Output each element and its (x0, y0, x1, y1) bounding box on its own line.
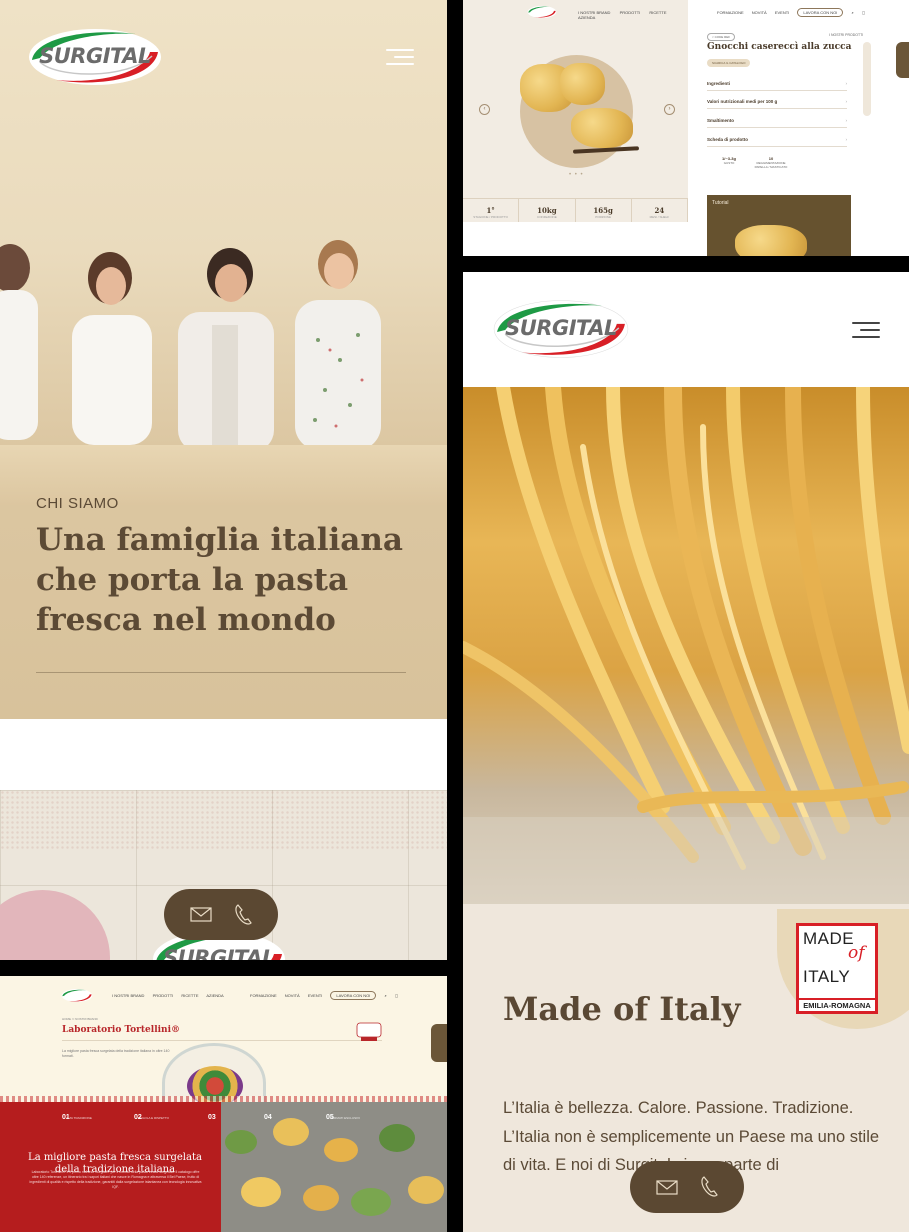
surgital-logo[interactable] (61, 988, 93, 1003)
accordion-datasheet[interactable]: Scheda di prodotto › (707, 137, 847, 147)
step-item[interactable]: 02 REGOLA E RISPETTO (134, 1114, 169, 1121)
page-subtitle: La migliore pasta fresca surgelata della… (62, 1049, 170, 1058)
mail-icon[interactable] (190, 907, 212, 922)
nav-item[interactable]: FORMAZIONE (250, 993, 277, 998)
search-icon[interactable]: ⌕ (384, 993, 386, 998)
info-mini: 10 REGGIMENTAZIONE PAPELLA / MASTICATO (754, 156, 788, 169)
accordion-ingredients[interactable]: Ingredienti › (707, 81, 847, 91)
chi-siamo-mobile-screen: SURGITAL CHI SIAMO Una famiglia italiana… (0, 0, 447, 960)
chevron-right-icon: › (845, 118, 848, 123)
back-chip[interactable]: < CODE REF (707, 33, 736, 41)
nav-item[interactable]: AZIENDA (206, 993, 223, 998)
share-toolbar[interactable] (863, 42, 871, 116)
nav-item[interactable]: I NOSTRI BRAND (112, 993, 144, 998)
page-headline: Una famiglia italiana che porta la pasta… (36, 522, 404, 638)
info-mini: 1/~3-3g GUSTO (722, 156, 736, 165)
nav-item[interactable]: PRODOTTI (620, 10, 641, 15)
product-gallery: I NOSTRI BRAND PRODOTTI RICETTE AZIENDA … (463, 0, 688, 222)
hamburger-menu-icon[interactable] (852, 322, 880, 338)
stat-item: 24 MESI / SHELF (632, 199, 688, 222)
nav-item[interactable]: RICETTE (649, 10, 666, 15)
divider (36, 672, 406, 673)
side-tab[interactable] (896, 42, 909, 78)
logo-swoosh-icon (61, 989, 93, 1002)
gnocco-image (560, 63, 605, 105)
chevron-right-icon: › (845, 81, 848, 86)
carousel-prev-icon[interactable]: ‹ (479, 104, 490, 115)
breadcrumb[interactable]: HOME / I NOSTRI BRAND (62, 1017, 98, 1021)
logo-swoosh-icon (527, 5, 557, 19)
intro-body: Laboratorio Tortellini® è il primo march… (29, 1170, 202, 1189)
section-title: Made of Italy (503, 990, 741, 1028)
chevron-right-icon: › (845, 137, 848, 142)
tutorial-label: Tutorial (712, 200, 729, 206)
tutorial-video[interactable]: Tutorial (707, 195, 851, 256)
contact-pill (630, 1161, 744, 1213)
stat-item: 165g PORZIONE (576, 199, 632, 222)
main-nav: I NOSTRI BRAND PRODOTTI RICETTE AZIENDA (578, 10, 688, 20)
carousel-next-icon[interactable]: › (664, 104, 675, 115)
step-item[interactable]: 03 (208, 1114, 216, 1121)
nav-item[interactable]: PRODOTTI (153, 993, 174, 998)
tagliatelle-image (463, 387, 909, 904)
step-item[interactable]: 05 FORMATI ESCLUSIVI (326, 1114, 360, 1121)
laboratorio-badge-icon (356, 1022, 382, 1041)
logo-wordmark: SURGITAL (505, 316, 617, 340)
nav-item[interactable]: NOVITÀ (752, 10, 767, 15)
side-tab[interactable] (431, 1024, 447, 1062)
cart-icon[interactable]: ◻ (862, 10, 865, 15)
step-item[interactable]: 01 ALTA TRADIZIONE (62, 1114, 92, 1121)
gnocco-image (735, 225, 807, 256)
phone-icon[interactable] (234, 903, 252, 926)
product-details: FORMAZIONE NOVITÀ EVENTI LAVORA CON NOI … (701, 0, 909, 256)
made-of-italy-mobile-screen: SURGITAL MADE of ITALY EMILIA-ROMAGNA Ma… (463, 272, 909, 1232)
nav-item[interactable]: FORMAZIONE (717, 10, 744, 15)
product-title: Gnocchi casereccì alla zucca (707, 42, 852, 52)
logo-wordmark: SURGITAL (163, 946, 275, 960)
logo-wordmark: SURGITAL (39, 44, 151, 68)
contact-pill (164, 889, 278, 940)
pasta-photo (463, 387, 909, 904)
nav-item[interactable]: RICETTE (181, 993, 198, 998)
hero-photo: SURGITAL CHI SIAMO Una famiglia italiana… (0, 0, 447, 719)
step-item[interactable]: 04 (264, 1114, 272, 1121)
main-nav: I NOSTRI BRAND PRODOTTI RICETTE AZIENDA (112, 993, 231, 998)
page-title: Laboratorio Tortellini® (62, 1025, 180, 1035)
download-catalog-button[interactable]: SCARICA IL CATALOGO (707, 59, 751, 67)
accordion-nutrition[interactable]: Valori nutrizionali medi per 100 g › (707, 99, 847, 109)
work-with-us-button[interactable]: LAVORA CON NOI (797, 8, 844, 17)
pasta-photo (221, 1102, 447, 1232)
hamburger-menu-icon[interactable] (386, 49, 414, 65)
nav-item[interactable]: EVENTI (308, 993, 322, 998)
work-with-us-button[interactable]: LAVORA CON NOI (330, 991, 377, 1000)
stat-item: 1° STAGIONE / PRODOTTO (463, 199, 520, 222)
product-stats: 1° STAGIONE / PRODOTTO 10kg CONFEZIONE 165… (463, 198, 688, 222)
laboratorio-desktop-screen: I NOSTRI BRAND PRODOTTI RICETTE AZIENDA … (0, 976, 447, 1232)
cart-icon[interactable]: ◻ (395, 993, 398, 998)
gnocco-image (571, 108, 633, 148)
phone-icon[interactable] (700, 1176, 718, 1198)
carousel-dots[interactable]: • • • (569, 172, 584, 178)
secondary-nav: FORMAZIONE NOVITÀ EVENTI LAVORA CON NOI … (717, 8, 872, 17)
ravioli-image (225, 1118, 444, 1216)
search-icon[interactable]: ⌕ (851, 10, 853, 15)
flour-speckle (0, 790, 447, 850)
chevron-right-icon: › (845, 99, 848, 104)
surgital-logo[interactable] (527, 5, 557, 19)
nav-item[interactable]: NOVITÀ (285, 993, 300, 998)
mail-icon[interactable] (656, 1179, 678, 1195)
section-kicker: CHI SIAMO (36, 495, 119, 512)
accordion-disposal[interactable]: Smaltimento › (707, 118, 847, 128)
breadcrumb[interactable]: I NOSTRI PRODOTTI (829, 33, 863, 37)
divider (62, 1040, 382, 1041)
surgital-logo[interactable]: SURGITAL (26, 26, 164, 88)
nav-item[interactable]: EVENTI (775, 10, 789, 15)
made-of-italy-badge: MADE of ITALY EMILIA-ROMAGNA (796, 923, 878, 1014)
stat-item: 10kg CONFEZIONE (519, 199, 576, 222)
surgital-logo[interactable]: SURGITAL (491, 296, 631, 362)
nav-item[interactable]: AZIENDA (578, 15, 595, 20)
product-desktop-screen: I NOSTRI BRAND PRODOTTI RICETTE AZIENDA … (463, 0, 909, 256)
secondary-nav: FORMAZIONE NOVITÀ EVENTI LAVORA CON NOI … (250, 991, 405, 1000)
